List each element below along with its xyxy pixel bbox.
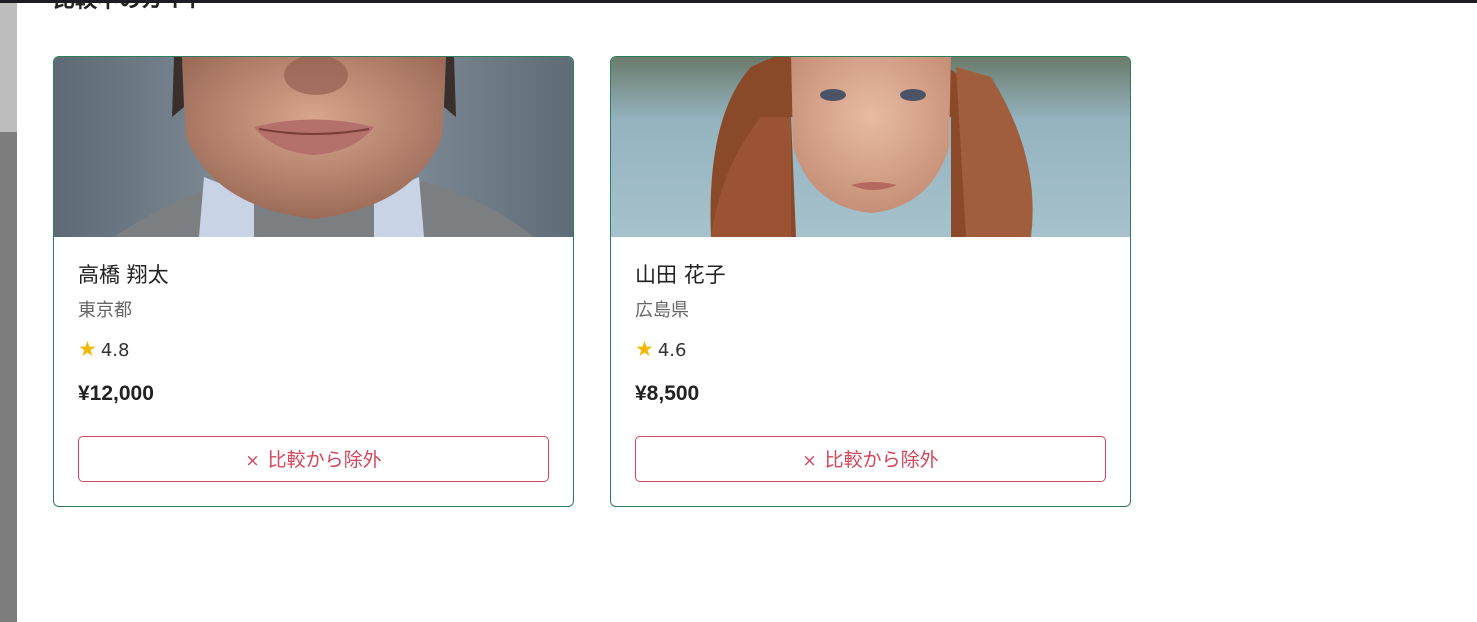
rating-value: 4.8 bbox=[100, 340, 130, 361]
star-icon: ★ bbox=[635, 337, 654, 361]
guide-prefecture: 東京都 bbox=[78, 300, 132, 321]
guide-photo bbox=[54, 57, 573, 237]
guide-rating: ★ 4.6 bbox=[635, 337, 686, 363]
modal-title: 比較中のガイド bbox=[53, 3, 207, 15]
guide-prefecture: 広島県 bbox=[635, 300, 689, 321]
guide-name: 山田 花子 bbox=[635, 263, 726, 287]
guide-card: 山田 花子 広島県 ★ 4.6 ¥8,500 × 比較から除外 bbox=[610, 56, 1131, 507]
remove-from-compare-button[interactable]: × 比較から除外 bbox=[635, 436, 1106, 482]
guide-price: ¥8,500 bbox=[635, 382, 700, 405]
guide-rating: ★ 4.8 bbox=[78, 337, 129, 363]
compare-modal: 比較中のガイド bbox=[17, 3, 1477, 622]
page-backdrop-header bbox=[0, 0, 17, 132]
guide-photo bbox=[611, 57, 1130, 237]
guide-price: ¥12,000 bbox=[78, 382, 154, 405]
star-icon: ★ bbox=[78, 337, 97, 361]
remove-button-label: 比較から除外 bbox=[267, 449, 382, 471]
close-icon: × bbox=[802, 451, 817, 471]
close-icon: × bbox=[245, 451, 260, 471]
guide-card: 高橋 翔太 東京都 ★ 4.8 ¥12,000 × 比較から除外 bbox=[53, 56, 574, 507]
remove-from-compare-button[interactable]: × 比較から除外 bbox=[78, 436, 549, 482]
rating-value: 4.6 bbox=[657, 340, 687, 361]
guide-name: 高橋 翔太 bbox=[78, 263, 169, 287]
remove-button-label: 比較から除外 bbox=[824, 449, 939, 471]
